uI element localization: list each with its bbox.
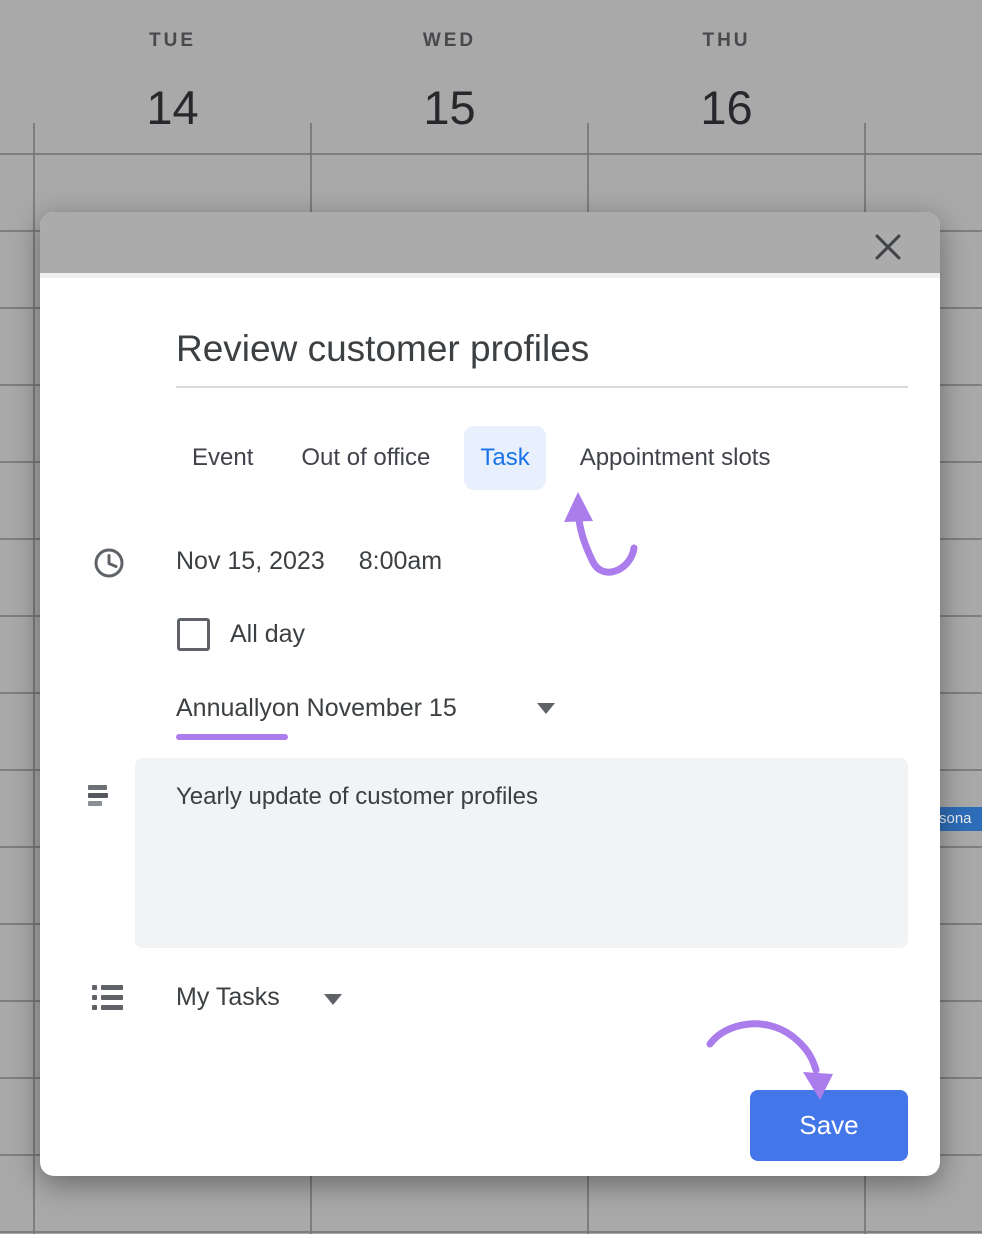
date-field[interactable]: Nov 15, 2023: [176, 547, 325, 576]
day-column-header: WED 15: [311, 0, 588, 135]
time-field[interactable]: 8:00am: [359, 547, 442, 576]
title-input[interactable]: Review customer profiles: [176, 324, 908, 388]
recurrence-rest: on November 15: [272, 694, 457, 723]
datetime-row: Nov 15, 2023 8:00am: [176, 546, 442, 576]
chevron-down-icon: [537, 703, 555, 714]
all-day-label: All day: [230, 620, 305, 649]
description-value: Yearly update of customer profiles: [176, 783, 888, 811]
tab-appointment-slots[interactable]: Appointment slots: [580, 444, 771, 472]
recurrence-dropdown[interactable]: Annually on November 15: [176, 690, 457, 726]
close-icon: [873, 232, 903, 262]
day-number: 14: [34, 80, 311, 135]
chevron-down-icon: [324, 994, 342, 1005]
description-textarea[interactable]: Yearly update of customer profiles: [135, 758, 908, 948]
description-icon: [88, 785, 108, 806]
all-day-row: All day: [177, 617, 305, 651]
day-column-header: TUE 14: [34, 0, 311, 135]
task-list-dropdown[interactable]: My Tasks: [176, 982, 342, 1012]
tab-task[interactable]: Task: [464, 426, 545, 490]
day-name: WED: [311, 30, 588, 52]
clock-icon: [93, 547, 125, 579]
save-button[interactable]: Save: [750, 1090, 908, 1161]
all-day-checkbox[interactable]: [177, 618, 210, 651]
day-name: THU: [588, 30, 865, 52]
arrow-to-task-tab-icon: [545, 490, 655, 590]
task-list-icon: [92, 985, 123, 1010]
day-number: 16: [588, 80, 865, 135]
dialog-drag-bar[interactable]: [40, 212, 940, 278]
background-event-chip: rsona: [938, 807, 982, 831]
tab-event[interactable]: Event: [192, 444, 253, 472]
tab-out-of-office[interactable]: Out of office: [301, 444, 430, 472]
day-column-header: THU 16: [588, 0, 865, 135]
task-list-value: My Tasks: [176, 983, 280, 1012]
create-task-dialog: Review customer profiles Event Out of of…: [40, 212, 940, 1176]
annotation-underline: [176, 734, 288, 740]
recurrence-highlighted-word: Annually: [176, 694, 272, 723]
day-name: TUE: [34, 30, 311, 52]
close-button[interactable]: [873, 232, 903, 262]
event-type-tabs: Event Out of office Task Appointment slo…: [192, 424, 770, 492]
day-number: 15: [311, 80, 588, 135]
calendar-grid-vertical-line: [33, 123, 35, 1234]
title-value: Review customer profiles: [176, 324, 908, 374]
